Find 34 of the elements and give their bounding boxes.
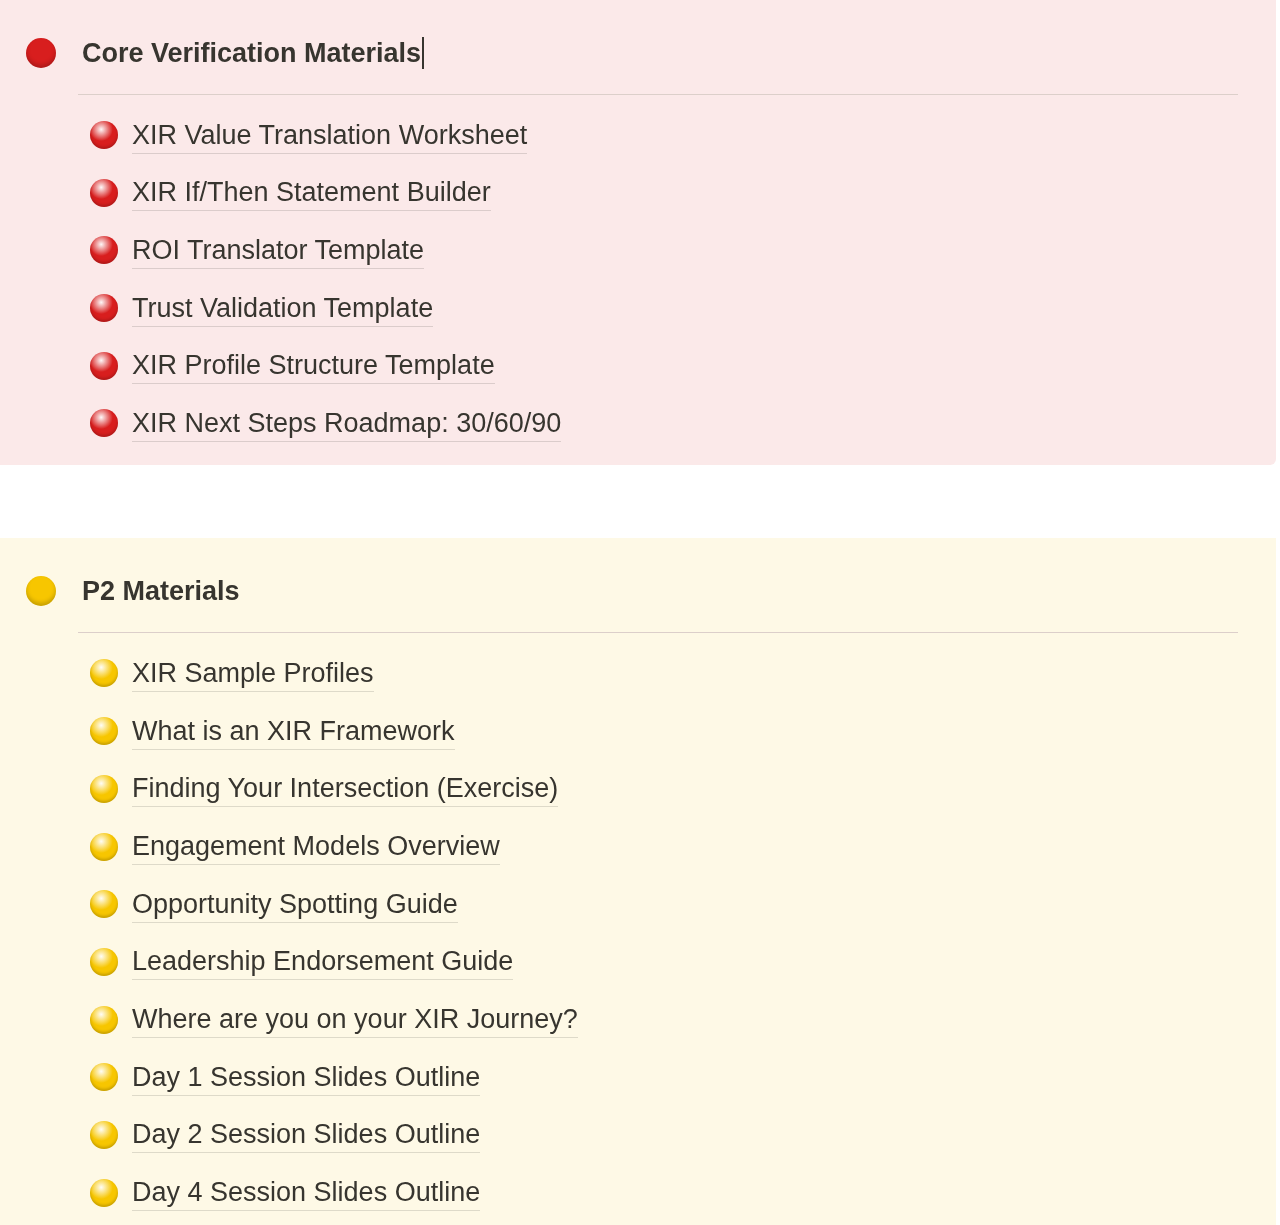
page-link[interactable]: Trust Validation Template — [132, 289, 434, 327]
callout-title: P2 Materials — [82, 575, 240, 607]
circle-icon — [90, 294, 118, 323]
circle-icon — [90, 659, 118, 688]
circle-icon — [90, 1120, 118, 1149]
circle-icon — [90, 121, 118, 149]
page-link[interactable]: Day 4 Session Slides Outline — [132, 1174, 481, 1212]
page-link[interactable]: Opportunity Spotting Guide — [132, 885, 458, 923]
callout-title: Core Verification Materials — [82, 37, 425, 69]
circle-icon — [90, 774, 118, 803]
page-link[interactable]: What is an XIR Framework — [132, 712, 455, 750]
circle-icon — [90, 409, 118, 438]
page-link[interactable]: XIR Sample Profiles — [132, 654, 374, 692]
page-link[interactable]: XIR Next Steps Roadmap: 30/60/90 — [132, 404, 562, 442]
circle-icon — [90, 178, 118, 207]
circle-icon — [90, 1063, 118, 1092]
page-link[interactable]: Finding Your Intersection (Exercise) — [132, 770, 559, 808]
page-link[interactable]: Day 1 Session Slides Outline — [132, 1058, 481, 1096]
page-link[interactable]: XIR If/Then Statement Builder — [132, 174, 491, 212]
page-link[interactable]: ROI Translator Template — [132, 231, 425, 269]
page-link[interactable]: Where are you on your XIR Journey? — [132, 1001, 578, 1039]
circle-icon — [90, 717, 118, 746]
circle-icon — [90, 947, 118, 976]
circle-icon — [90, 832, 118, 861]
page-link[interactable]: Day 2 Session Slides Outline — [132, 1116, 481, 1154]
page-link[interactable]: Engagement Models Overview — [132, 828, 500, 865]
page-link[interactable]: XIR Profile Structure Template — [132, 347, 495, 385]
circle-icon — [90, 236, 118, 265]
circle-icon — [90, 1005, 118, 1034]
circle-icon — [90, 351, 118, 380]
circle-icon — [90, 1178, 118, 1207]
circle-icon — [90, 890, 118, 919]
page-link[interactable]: Leadership Endorsement Guide — [132, 943, 514, 981]
page-link[interactable]: XIR Value Translation Worksheet — [132, 116, 528, 154]
